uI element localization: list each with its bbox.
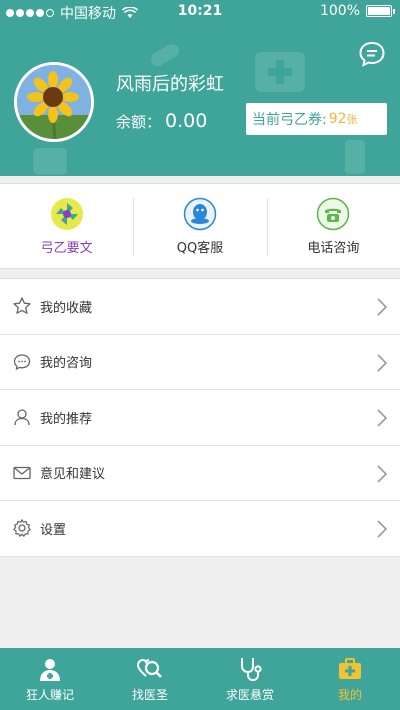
chevron-right-icon bbox=[377, 409, 388, 427]
bottom-tab-bar: 狂人赚记 找医圣 求医悬赏 我的 bbox=[0, 648, 400, 710]
tab-label: 我的 bbox=[337, 687, 362, 702]
sunflower-avatar-image bbox=[17, 65, 91, 139]
user-icon bbox=[14, 409, 30, 426]
coupon-unit: 张 bbox=[346, 113, 358, 126]
settings-menu: 我的收藏 我的咨询 我的推荐 意见和建议 设置 bbox=[0, 278, 400, 557]
balance-value: 0.00 bbox=[165, 110, 208, 132]
profile-header: 中国移动 10:21 100% 风雨后的彩虹 余额： 0.00 当前弓乙券: 9… bbox=[0, 0, 400, 176]
message-icon[interactable] bbox=[358, 40, 386, 68]
stethoscope-icon bbox=[241, 657, 262, 681]
tab-find-doctor[interactable]: 找医圣 bbox=[100, 648, 200, 710]
tab-label: 狂人赚记 bbox=[25, 687, 74, 702]
menu-item-label: 意见和建议 bbox=[40, 467, 106, 483]
search-heart-icon bbox=[137, 658, 162, 678]
battery-icon bbox=[366, 5, 395, 17]
quick-action-qq[interactable]: QQ客服 bbox=[133, 184, 266, 268]
chevron-right-icon bbox=[377, 298, 388, 316]
menu-item-label: 我的咨询 bbox=[40, 356, 93, 372]
quick-action-articles[interactable]: 弓乙要文 bbox=[0, 184, 133, 268]
menu-item-label: 我的推荐 bbox=[40, 411, 93, 427]
chevron-right-icon bbox=[377, 353, 388, 372]
quick-actions: 弓乙要文 QQ客服 电话咨询 bbox=[0, 183, 400, 269]
medkit-icon bbox=[339, 657, 361, 679]
phone-icon bbox=[317, 197, 350, 230]
menu-item-referrals[interactable]: 我的推荐 bbox=[0, 390, 400, 446]
chat-bubble-icon bbox=[13, 354, 31, 370]
quick-action-label: 电话咨询 bbox=[307, 240, 360, 256]
menu-item-label: 设置 bbox=[40, 522, 67, 538]
tab-mine[interactable]: 我的 bbox=[300, 648, 400, 710]
doctor-icon bbox=[40, 658, 60, 681]
quick-action-label: 弓乙要文 bbox=[40, 240, 93, 256]
coupon-value: 92 bbox=[328, 111, 347, 127]
balance: 余额： 0.00 bbox=[116, 110, 207, 132]
balance-label: 余额： bbox=[116, 113, 162, 131]
coupon-box[interactable]: 当前弓乙券: 92 张 bbox=[246, 103, 387, 135]
username: 风雨后的彩虹 bbox=[116, 74, 224, 95]
menu-item-favorites[interactable]: 我的收藏 bbox=[0, 279, 400, 335]
chevron-right-icon bbox=[377, 520, 388, 538]
tab-earn[interactable]: 狂人赚记 bbox=[0, 648, 100, 710]
gear-icon bbox=[13, 519, 31, 538]
tab-label: 找医圣 bbox=[131, 687, 168, 702]
menu-item-label: 我的收藏 bbox=[40, 300, 93, 316]
mail-icon bbox=[13, 466, 31, 479]
status-bar: 中国移动 10:21 100% bbox=[0, 0, 400, 24]
battery-percent: 100% bbox=[319, 3, 360, 19]
qq-icon bbox=[183, 197, 217, 230]
decorative-medkit-icon bbox=[255, 52, 305, 92]
menu-item-feedback[interactable]: 意见和建议 bbox=[0, 446, 400, 501]
coupon-label: 当前弓乙券: bbox=[252, 112, 327, 128]
tab-bounty[interactable]: 求医悬赏 bbox=[200, 648, 300, 710]
avatar[interactable] bbox=[14, 62, 94, 142]
star-icon bbox=[13, 297, 31, 315]
tab-label: 求医悬赏 bbox=[225, 687, 274, 702]
decorative-medkit-icon bbox=[33, 148, 67, 175]
menu-item-consultations[interactable]: 我的咨询 bbox=[0, 335, 400, 390]
pinwheel-icon bbox=[50, 197, 83, 230]
quick-action-phone[interactable]: 电话咨询 bbox=[266, 184, 400, 268]
quick-action-label: QQ客服 bbox=[176, 240, 224, 256]
menu-item-settings[interactable]: 设置 bbox=[0, 501, 400, 557]
decorative-bottle-icon bbox=[345, 140, 365, 174]
chevron-right-icon bbox=[377, 464, 388, 483]
